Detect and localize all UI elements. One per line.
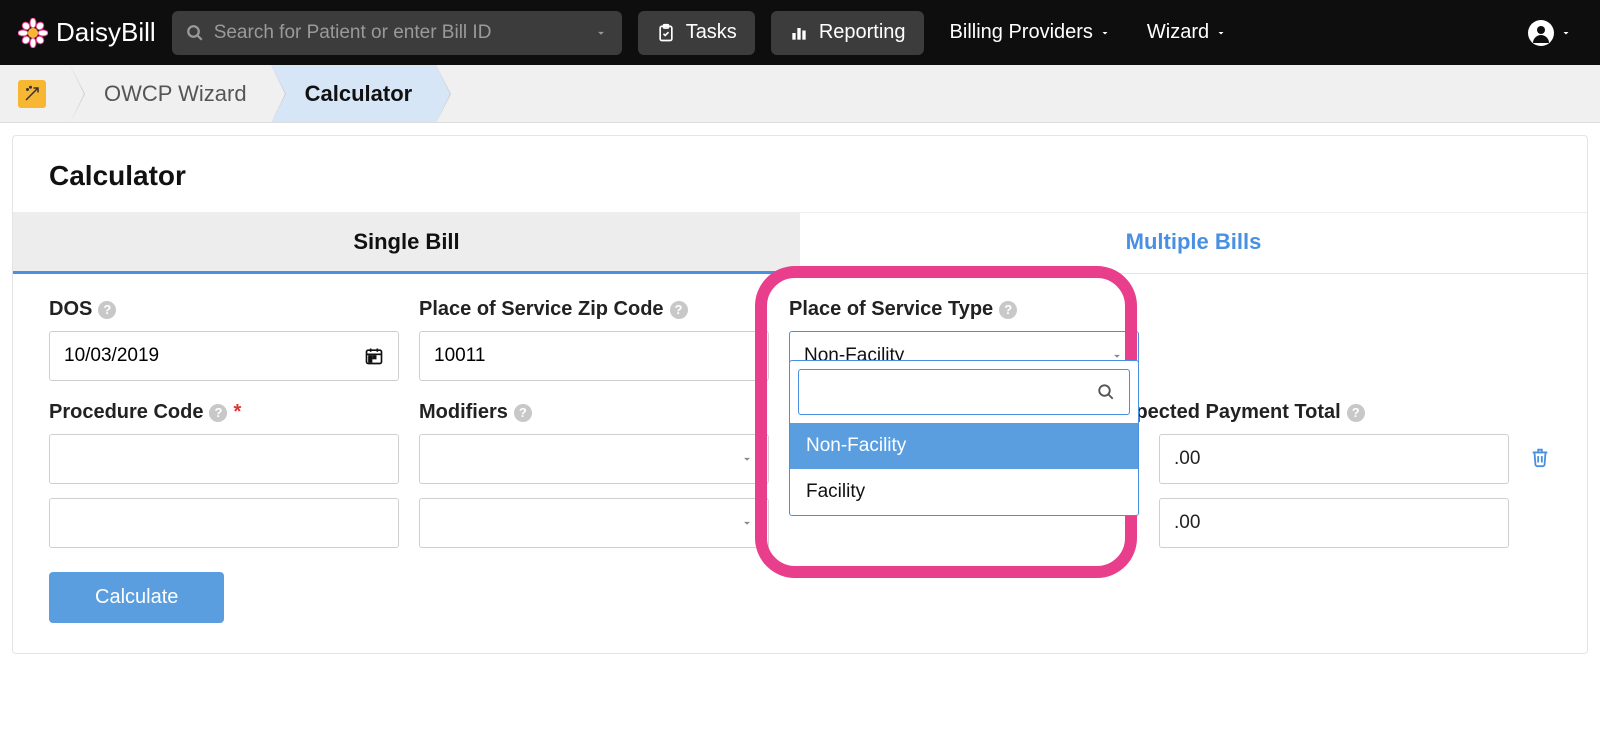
global-search[interactable] bbox=[172, 11, 622, 55]
chevron-down-icon bbox=[740, 452, 754, 466]
wizard-icon bbox=[18, 80, 46, 108]
bar-chart-icon bbox=[789, 23, 809, 43]
pay-total-output: .00 bbox=[1159, 498, 1509, 548]
brand-logo[interactable]: DaisyBill bbox=[18, 17, 156, 48]
zip-label: Place of Service Zip Code bbox=[419, 298, 664, 321]
reporting-label: Reporting bbox=[819, 21, 906, 44]
breadcrumb-owcp-wizard[interactable]: OWCP Wizard bbox=[70, 65, 271, 122]
required-indicator: * bbox=[233, 401, 241, 424]
tab-single-bill[interactable]: Single Bill bbox=[13, 213, 800, 274]
topbar: DaisyBill Tasks Reporting Billing Provid… bbox=[0, 0, 1600, 65]
calendar-icon[interactable] bbox=[364, 346, 384, 366]
pos-type-dropdown: Non-Facility Facility bbox=[789, 360, 1139, 516]
breadcrumb-home[interactable] bbox=[0, 65, 70, 122]
help-icon[interactable]: ? bbox=[1347, 404, 1365, 422]
procedure-code-input[interactable] bbox=[49, 434, 399, 484]
page-title: Calculator bbox=[13, 136, 1587, 213]
chevron-down-icon[interactable] bbox=[594, 26, 608, 40]
modifiers-select[interactable] bbox=[419, 498, 769, 548]
tab-multiple-bills[interactable]: Multiple Bills bbox=[800, 213, 1587, 274]
help-icon[interactable]: ? bbox=[999, 301, 1017, 319]
search-icon bbox=[1097, 383, 1115, 401]
dos-input[interactable] bbox=[49, 331, 399, 381]
calculator-card: Calculator Single Bill Multiple Bills DO… bbox=[12, 135, 1588, 654]
breadcrumb-calculator[interactable]: Calculator bbox=[271, 65, 437, 122]
chevron-down-icon bbox=[1560, 27, 1572, 39]
tasks-label: Tasks bbox=[686, 21, 737, 44]
help-icon[interactable]: ? bbox=[98, 301, 116, 319]
pay-total-output: .00 bbox=[1159, 434, 1509, 484]
clipboard-icon bbox=[656, 23, 676, 43]
search-input[interactable] bbox=[214, 22, 584, 44]
user-menu[interactable] bbox=[1518, 20, 1582, 46]
user-icon bbox=[1528, 20, 1554, 46]
billing-providers-menu[interactable]: Billing Providers bbox=[940, 21, 1121, 44]
breadcrumb: OWCP Wizard Calculator bbox=[0, 65, 1600, 123]
modifiers-label: Modifiers bbox=[419, 401, 508, 424]
pos-type-label: Place of Service Type bbox=[789, 298, 993, 321]
help-icon[interactable]: ? bbox=[514, 404, 532, 422]
brand-name: DaisyBill bbox=[56, 17, 156, 48]
option-facility[interactable]: Facility bbox=[790, 469, 1138, 515]
procedure-code-label: Procedure Code bbox=[49, 401, 203, 424]
option-non-facility[interactable]: Non-Facility bbox=[790, 423, 1138, 469]
daisy-flower-icon bbox=[18, 18, 48, 48]
wizard-menu[interactable]: Wizard bbox=[1137, 21, 1237, 44]
delete-row-button[interactable] bbox=[1529, 446, 1551, 468]
chevron-down-icon bbox=[740, 516, 754, 530]
zip-input[interactable] bbox=[419, 331, 769, 381]
help-icon[interactable]: ? bbox=[209, 404, 227, 422]
dos-label: DOS bbox=[49, 298, 92, 321]
reporting-button[interactable]: Reporting bbox=[771, 11, 924, 55]
dropdown-search[interactable] bbox=[798, 369, 1130, 415]
search-icon bbox=[186, 24, 204, 42]
calculate-button[interactable]: Calculate bbox=[49, 572, 224, 623]
chevron-down-icon bbox=[1099, 27, 1111, 39]
procedure-code-input[interactable] bbox=[49, 498, 399, 548]
tasks-button[interactable]: Tasks bbox=[638, 11, 755, 55]
help-icon[interactable]: ? bbox=[670, 301, 688, 319]
chevron-down-icon bbox=[1215, 27, 1227, 39]
pay-total-label: Expected Payment Total bbox=[1111, 401, 1341, 424]
tabs: Single Bill Multiple Bills bbox=[13, 213, 1587, 274]
modifiers-select[interactable] bbox=[419, 434, 769, 484]
